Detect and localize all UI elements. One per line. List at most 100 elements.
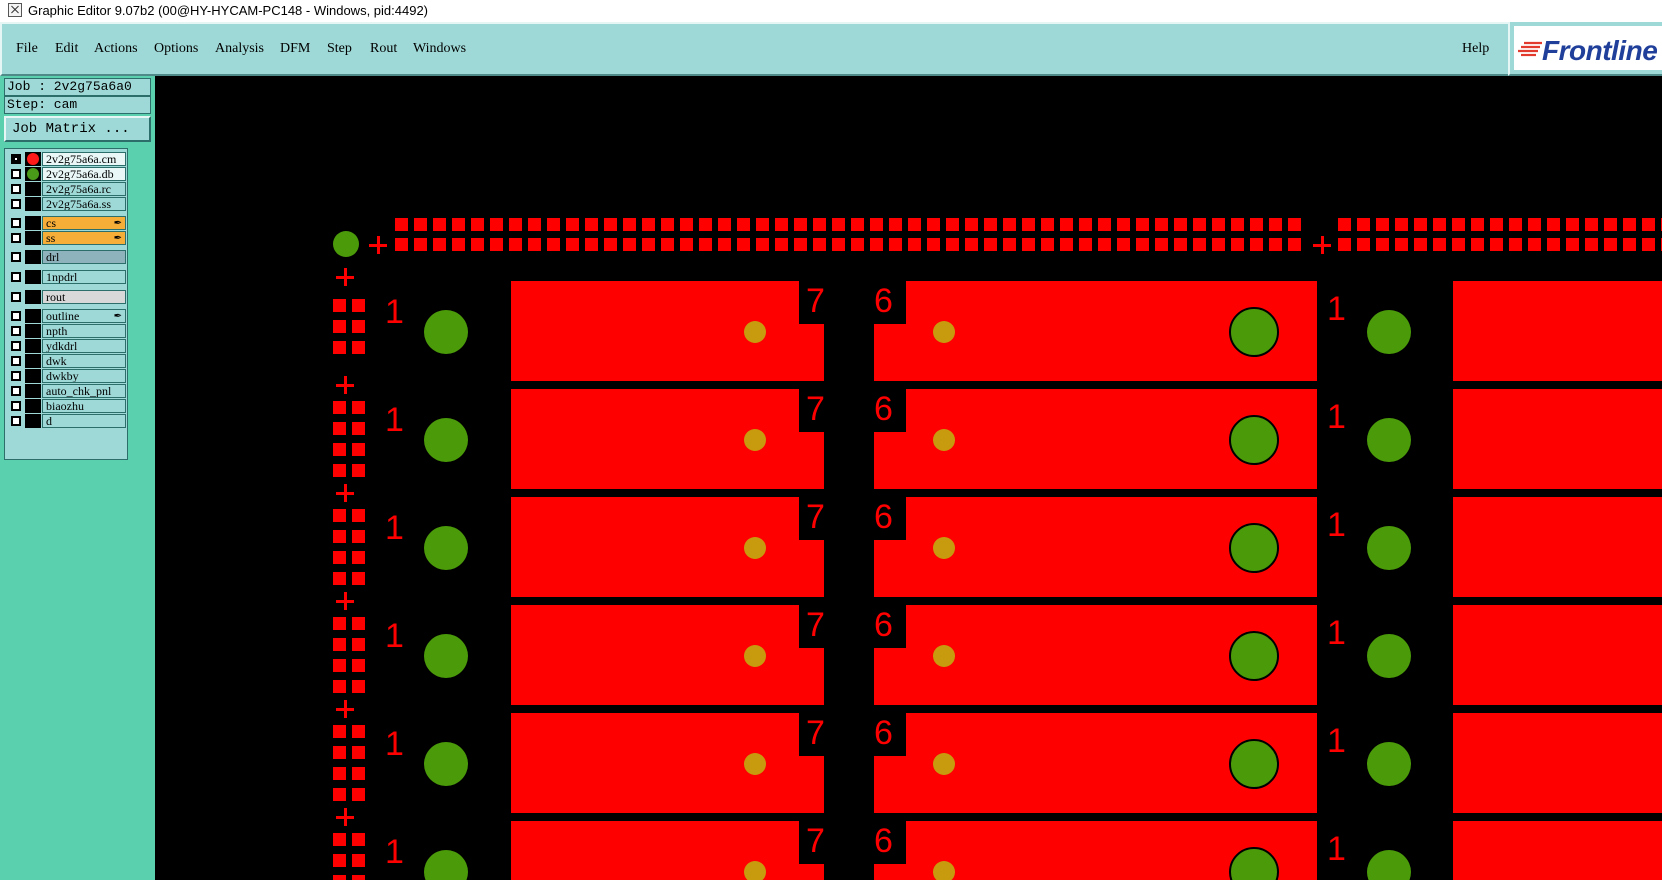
layer-name[interactable]: d <box>42 414 126 428</box>
via-hole <box>744 429 766 451</box>
layer-name[interactable]: ydkdrl <box>42 339 126 353</box>
layer-name[interactable]: dwkby <box>42 369 126 383</box>
layer-color-slot[interactable] <box>25 369 41 383</box>
menu-step[interactable]: Step <box>327 41 352 57</box>
border-pad <box>680 218 693 231</box>
layer-name[interactable]: cs ✒ <box>42 216 126 230</box>
layer-checkbox[interactable] <box>11 326 21 336</box>
job-matrix-button[interactable]: Job Matrix ... <box>4 116 151 142</box>
layer-color-slot[interactable] <box>25 182 41 196</box>
menu-options[interactable]: Options <box>154 41 198 57</box>
layer-row[interactable]: npth <box>8 324 126 338</box>
layer-checkbox[interactable] <box>11 169 21 179</box>
menu-file[interactable]: File <box>16 41 38 57</box>
layer-row[interactable]: 2v2g75a6a.cm <box>8 152 126 166</box>
pcb-board-view[interactable]: 1 7 6 1 1 7 6 1 1 7 6 1 1 7 6 1 1 7 6 1 1 7 6 1 <box>155 76 1662 880</box>
border-pad <box>870 218 883 231</box>
layer-checkbox[interactable] <box>11 154 21 164</box>
layer-color-slot[interactable] <box>25 384 41 398</box>
layer-color-slot[interactable] <box>25 152 41 166</box>
layer-color-slot[interactable] <box>25 197 41 211</box>
layer-color-slot[interactable] <box>25 309 41 323</box>
layer-row[interactable]: dwk <box>8 354 126 368</box>
border-pad <box>1098 218 1111 231</box>
border-pad <box>889 218 902 231</box>
layer-color-slot[interactable] <box>25 216 41 230</box>
layer-color-slot[interactable] <box>25 290 41 304</box>
crosshair-marker <box>1321 236 1324 254</box>
layer-name[interactable]: rout <box>42 290 126 304</box>
crosshair-marker <box>344 268 347 286</box>
layer-row[interactable]: d <box>8 414 126 428</box>
copper-pad-far <box>1453 713 1662 813</box>
menu-edit[interactable]: Edit <box>55 41 78 57</box>
layer-checkbox[interactable] <box>11 356 21 366</box>
menu-analysis[interactable]: Analysis <box>215 41 264 57</box>
layer-checkbox[interactable] <box>11 233 21 243</box>
layer-row[interactable]: rout <box>8 290 126 304</box>
layer-color-slot[interactable] <box>25 167 41 181</box>
menu-rout[interactable]: Rout <box>370 41 397 57</box>
layer-row[interactable]: drl <box>8 250 126 264</box>
layer-row[interactable]: 2v2g75a6a.ss <box>8 197 126 211</box>
layer-checkbox[interactable] <box>11 386 21 396</box>
layer-row[interactable]: auto_chk_pnl <box>8 384 126 398</box>
layer-color-slot[interactable] <box>25 270 41 284</box>
layer-checkbox[interactable] <box>11 272 21 282</box>
layer-checkbox[interactable] <box>11 199 21 209</box>
layer-row[interactable]: ydkdrl <box>8 339 126 353</box>
layer-name[interactable]: auto_chk_pnl <box>42 384 126 398</box>
layer-color-slot[interactable] <box>25 231 41 245</box>
layer-name[interactable]: outline ✒ <box>42 309 126 323</box>
border-pad <box>1250 238 1263 251</box>
layer-name[interactable]: 2v2g75a6a.cm <box>42 152 126 166</box>
layer-name[interactable]: 1npdrl <box>42 270 126 284</box>
layer-row[interactable]: ss ✒ <box>8 231 126 245</box>
border-pad <box>1155 238 1168 251</box>
layer-row[interactable]: outline ✒ <box>8 309 126 323</box>
pad-label: 7 <box>806 282 825 320</box>
graphic-canvas[interactable]: 1 7 6 1 1 7 6 1 1 7 6 1 1 7 6 1 1 7 6 1 1 7 6 1 <box>155 76 1662 880</box>
pad-label: 7 <box>806 714 825 752</box>
through-hole-pad <box>1229 739 1279 789</box>
through-hole-pad <box>1229 523 1279 573</box>
layer-name[interactable]: dwk <box>42 354 126 368</box>
layer-name[interactable]: ss ✒ <box>42 231 126 245</box>
layer-checkbox[interactable] <box>11 341 21 351</box>
layer-name[interactable]: 2v2g75a6a.rc <box>42 182 126 196</box>
grid-pad <box>333 659 346 672</box>
menu-dfm[interactable]: DFM <box>280 41 310 57</box>
layer-color-slot[interactable] <box>25 339 41 353</box>
layer-row[interactable]: biaozhu <box>8 399 126 413</box>
layer-checkbox[interactable] <box>11 184 21 194</box>
layer-color-slot[interactable] <box>25 399 41 413</box>
layer-color-slot[interactable] <box>25 354 41 368</box>
layer-color-slot[interactable] <box>25 250 41 264</box>
menu-help[interactable]: Help <box>1462 41 1489 57</box>
layer-checkbox[interactable] <box>11 311 21 321</box>
layer-row[interactable]: 1npdrl <box>8 270 126 284</box>
border-pad <box>1269 238 1282 251</box>
layer-color-slot[interactable] <box>25 414 41 428</box>
layer-checkbox[interactable] <box>11 252 21 262</box>
copper-pad-far <box>1453 389 1662 489</box>
layer-row[interactable]: 2v2g75a6a.rc <box>8 182 126 196</box>
layer-color-slot[interactable] <box>25 324 41 338</box>
layer-name[interactable]: 2v2g75a6a.db <box>42 167 126 181</box>
layer-row[interactable]: 2v2g75a6a.db <box>8 167 126 181</box>
menu-windows[interactable]: Windows <box>413 41 466 57</box>
layer-checkbox[interactable] <box>11 292 21 302</box>
layer-checkbox[interactable] <box>11 416 21 426</box>
menu-actions[interactable]: Actions <box>94 41 138 57</box>
layer-name[interactable]: biaozhu <box>42 399 126 413</box>
layer-checkbox[interactable] <box>11 218 21 228</box>
layer-name[interactable]: drl <box>42 250 126 264</box>
layer-row[interactable]: dwkby <box>8 369 126 383</box>
layer-name[interactable]: 2v2g75a6a.ss <box>42 197 126 211</box>
layer-name[interactable]: npth <box>42 324 126 338</box>
layer-checkbox[interactable] <box>11 371 21 381</box>
layer-row[interactable]: cs ✒ <box>8 216 126 230</box>
grid-pad <box>352 788 365 801</box>
border-pad <box>889 238 902 251</box>
layer-checkbox[interactable] <box>11 401 21 411</box>
